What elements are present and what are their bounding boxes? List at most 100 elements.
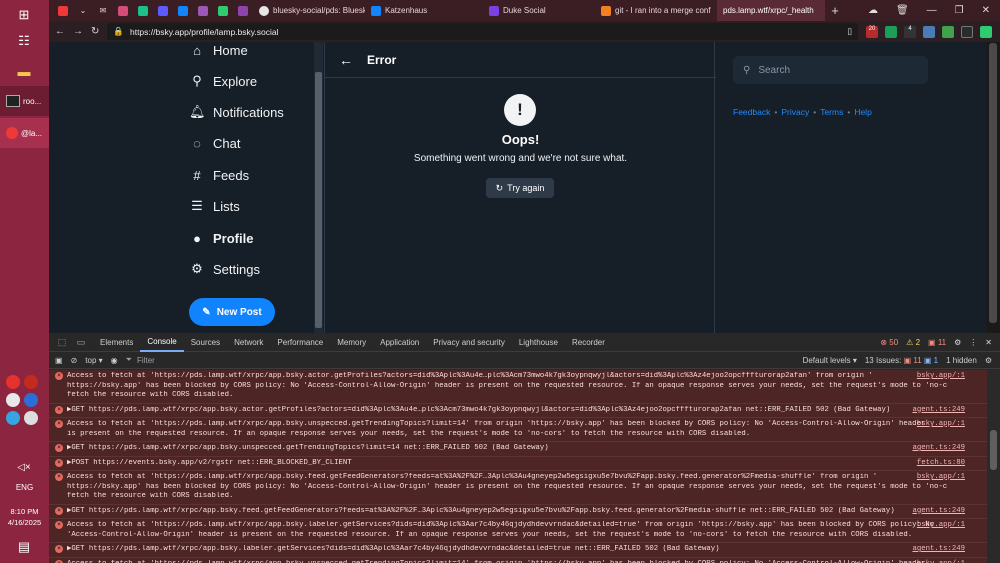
page-scrollbar[interactable] [314, 42, 323, 333]
tray-vivaldi-icon[interactable] [6, 375, 20, 389]
nav-explore[interactable]: ⚲ Explore [189, 69, 257, 93]
tab-elements[interactable]: Elements [93, 333, 140, 352]
tray-app-icon[interactable] [24, 411, 38, 425]
console-error-message[interactable]: × ▶GET https://pds.lamp.wtf/xrpc/app.bsky… [49, 504, 987, 519]
new-post-button[interactable]: ✎ New Post [189, 298, 275, 326]
source-link[interactable]: agent.ts:249 [912, 444, 965, 454]
warning-count-badge[interactable]: ⚠ 2 [906, 338, 920, 347]
extension-icon[interactable] [885, 25, 897, 38]
link-terms[interactable]: Terms [820, 107, 843, 117]
extension-icon[interactable] [923, 25, 935, 38]
link-feedback[interactable]: Feedback [733, 107, 770, 117]
more-options-icon[interactable]: ⋮ [969, 338, 977, 347]
source-link[interactable]: bsky.app/:1 [917, 521, 965, 531]
console-messages[interactable]: × Access to fetch at 'https://pds.lamp.wt… [49, 370, 987, 563]
cloud-icon[interactable]: ☁ [868, 5, 878, 16]
tab-application[interactable]: Application [373, 333, 426, 352]
vivaldi-menu-icon[interactable] [53, 0, 73, 21]
source-link[interactable]: bsky.app/:1 [917, 560, 965, 563]
scrollbar-thumb[interactable] [315, 72, 322, 328]
mail-icon[interactable]: ✉ [93, 0, 113, 21]
console-error-message[interactable]: × ▶GET https://pds.lamp.wtf/xrpc/app.bsky… [49, 442, 987, 457]
language-indicator[interactable]: ENG [0, 483, 49, 492]
reload-icon[interactable]: ↻ [91, 26, 99, 37]
tab-stackoverflow[interactable]: git - I ran into a merge conf [595, 0, 717, 21]
source-link[interactable]: agent.ts:249 [912, 406, 965, 416]
windows-start-icon[interactable]: ⊞ [13, 4, 35, 26]
clock-time[interactable]: 8:10 PM [0, 507, 49, 516]
file-explorer-icon[interactable]: ▬ [13, 60, 35, 82]
settings-gear-icon[interactable]: ⚙ [954, 338, 961, 347]
tray-bluetooth-icon[interactable] [6, 411, 20, 425]
tab-privacy[interactable]: Privacy and security [426, 333, 512, 352]
tab-console[interactable]: Console [140, 333, 184, 352]
error-count-badge[interactable]: ⊗ 50 [880, 338, 898, 347]
device-toggle-icon[interactable]: ▭ [74, 335, 88, 349]
clear-console-icon[interactable]: ⊘ [71, 356, 78, 365]
link-privacy[interactable]: Privacy [781, 107, 809, 117]
source-link[interactable]: agent.ts:249 [912, 545, 965, 555]
pinned-tab[interactable] [173, 0, 193, 21]
nav-chat[interactable]: ◌ Chat [189, 131, 240, 155]
source-link[interactable]: fetch.ts:80 [917, 459, 965, 469]
pinned-tab[interactable] [133, 0, 153, 21]
tab-sources[interactable]: Sources [184, 333, 227, 352]
source-link[interactable]: bsky.app/:1 [917, 420, 965, 430]
task-view-icon[interactable]: ☷ [13, 30, 35, 52]
scrollbar-thumb[interactable] [989, 43, 997, 323]
tab-duke-social[interactable]: Duke Social [483, 0, 595, 21]
address-bar[interactable]: 🔒 https://bsky.app/profile/lamp.bsky.soc… [107, 23, 858, 40]
console-scrollbar[interactable] [987, 370, 1000, 563]
log-levels-dropdown[interactable]: Default levels ▾ [803, 356, 857, 365]
console-error-message[interactable]: × Access to fetch at 'https://pds.lamp.wt… [49, 370, 987, 404]
nav-home[interactable]: ⌂ Home [189, 42, 248, 62]
volume-muted-icon[interactable]: ◁× [13, 456, 35, 478]
source-link[interactable]: bsky.app/:1 [917, 372, 965, 382]
pinned-tab[interactable] [213, 0, 233, 21]
close-devtools-icon[interactable]: ✕ [985, 338, 992, 347]
sidebar-toggle-icon[interactable]: ▣ [55, 356, 63, 365]
console-settings-icon[interactable]: ⚙ [985, 356, 992, 365]
tab-github[interactable]: bluesky-social/pds: Bluesky [253, 0, 365, 21]
issues-summary[interactable]: 13 Issues: ▣ 11 ▣ 1 [865, 356, 938, 365]
notifications-icon[interactable]: ▤ [13, 536, 35, 558]
taskbar-app-vivaldi[interactable]: @la... [0, 118, 49, 148]
nav-profile[interactable]: ● Profile [189, 226, 253, 250]
new-tab-button[interactable]: + [825, 0, 845, 21]
tab-pds-health[interactable]: pds.lamp.wtf/xrpc/_health [717, 0, 825, 21]
tab-network[interactable]: Network [227, 333, 270, 352]
tab-recorder[interactable]: Recorder [565, 333, 612, 352]
window-scrollbar[interactable] [986, 42, 1000, 333]
link-help[interactable]: Help [854, 107, 871, 117]
nav-settings[interactable]: ⚙ Settings [189, 257, 260, 281]
nav-lists[interactable]: ☰ Lists [189, 194, 240, 218]
filter-input[interactable]: ⏷ Filter [126, 354, 456, 367]
forward-icon[interactable]: → [73, 26, 83, 37]
context-selector[interactable]: top ▾ [85, 356, 102, 365]
console-error-message[interactable]: × Access to fetch at 'https://pds.lamp.wt… [49, 471, 987, 505]
tab-katzenhaus[interactable]: Katzenhaus [365, 0, 483, 21]
try-again-button[interactable]: ↻ Try again [486, 178, 554, 198]
pinned-tab[interactable] [233, 0, 253, 21]
search-input[interactable]: ⚲ Search [733, 56, 928, 84]
maximize-button[interactable]: ❐ [955, 5, 964, 16]
source-link[interactable]: agent.ts:249 [912, 507, 965, 517]
extension-icon[interactable] [942, 25, 954, 38]
scrollbar-thumb[interactable] [990, 430, 997, 470]
console-error-message[interactable]: × Access to fetch at 'https://pds.lamp.wt… [49, 418, 987, 442]
back-icon[interactable]: ← [55, 26, 65, 37]
clock-date[interactable]: 4/16/2025 [0, 518, 49, 527]
tab-performance[interactable]: Performance [270, 333, 330, 352]
console-error-message[interactable]: × ▶POST https://events.bsky.app/v2/rgstr … [49, 456, 987, 471]
extension-icon[interactable] [980, 25, 992, 38]
pinned-tab[interactable] [153, 0, 173, 21]
issues-badge[interactable]: ▣ 11 [928, 338, 946, 347]
eye-icon[interactable]: ◉ [111, 356, 118, 365]
tab-stack-icon[interactable]: ⌄ [73, 0, 93, 21]
close-button[interactable]: ✕ [982, 5, 990, 16]
pinned-tab[interactable] [193, 0, 213, 21]
console-error-message[interactable]: × ▶GET https://pds.lamp.wtf/xrpc/app.bsky… [49, 403, 987, 418]
console-error-message[interactable]: × ▶GET https://pds.lamp.wtf/xrpc/app.bsky… [49, 543, 987, 558]
pinned-tab[interactable] [113, 0, 133, 21]
tray-app-icon[interactable] [6, 393, 20, 407]
